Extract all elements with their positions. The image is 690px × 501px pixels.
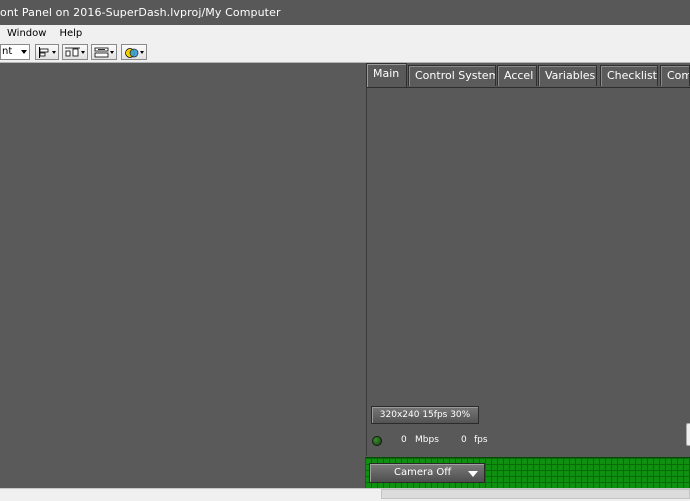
tab-variables[interactable]: Variables — [538, 65, 597, 86]
resize-objects-icon — [94, 47, 109, 58]
chevron-down-icon — [110, 51, 114, 54]
chevron-down-icon — [468, 471, 478, 477]
reorder-icon — [125, 48, 139, 58]
menu-help[interactable]: Help — [52, 28, 88, 39]
chevron-down-icon — [81, 51, 85, 54]
distribute-objects-icon — [65, 47, 80, 57]
edge-button[interactable] — [686, 423, 690, 446]
reorder-button[interactable] — [121, 44, 147, 60]
title-bar: ont Panel on 2016-SuperDash.lvproj/My Co… — [0, 0, 690, 25]
align-objects-button[interactable] — [35, 44, 59, 60]
camera-resolution-button[interactable]: 320x240 15fps 30% — [371, 406, 479, 424]
font-combo[interactable]: nt — [0, 44, 30, 60]
tab-control-system[interactable]: Control System — [408, 65, 496, 86]
tab-strip: Main Control System Accel Variables Chec… — [365, 63, 690, 88]
chevron-down-icon — [21, 50, 27, 54]
chevron-down-icon — [140, 51, 144, 54]
menu-bar: Window Help — [0, 25, 690, 43]
camera-mode-value: Camera Off — [394, 467, 452, 478]
tab-checklist[interactable]: Checklist — [600, 65, 658, 86]
resize-objects-button[interactable] — [91, 44, 117, 60]
front-panel-canvas[interactable] — [0, 63, 365, 488]
tab-com[interactable]: Com — [660, 65, 690, 86]
font-combo-value: nt — [2, 46, 13, 57]
mbps-value: 0 — [401, 435, 407, 445]
fps-value: 0 — [461, 435, 467, 445]
tab-main[interactable]: Main — [366, 63, 407, 88]
fps-unit: fps — [474, 435, 488, 445]
window-title: ont Panel on 2016-SuperDash.lvproj/My Co… — [0, 6, 281, 19]
menu-window[interactable]: Window — [0, 28, 52, 39]
chevron-down-icon — [52, 51, 56, 54]
align-objects-icon — [39, 47, 49, 58]
main-tab-panel — [366, 87, 690, 456]
toolbar: nt — [0, 42, 690, 63]
camera-status-led — [372, 436, 382, 446]
mbps-unit: Mbps — [415, 435, 439, 445]
camera-mode-select[interactable]: Camera Off — [369, 463, 485, 483]
scrollbar-thumb[interactable] — [381, 489, 690, 499]
tab-accel[interactable]: Accel — [497, 65, 537, 86]
distribute-objects-button[interactable] — [62, 44, 88, 60]
